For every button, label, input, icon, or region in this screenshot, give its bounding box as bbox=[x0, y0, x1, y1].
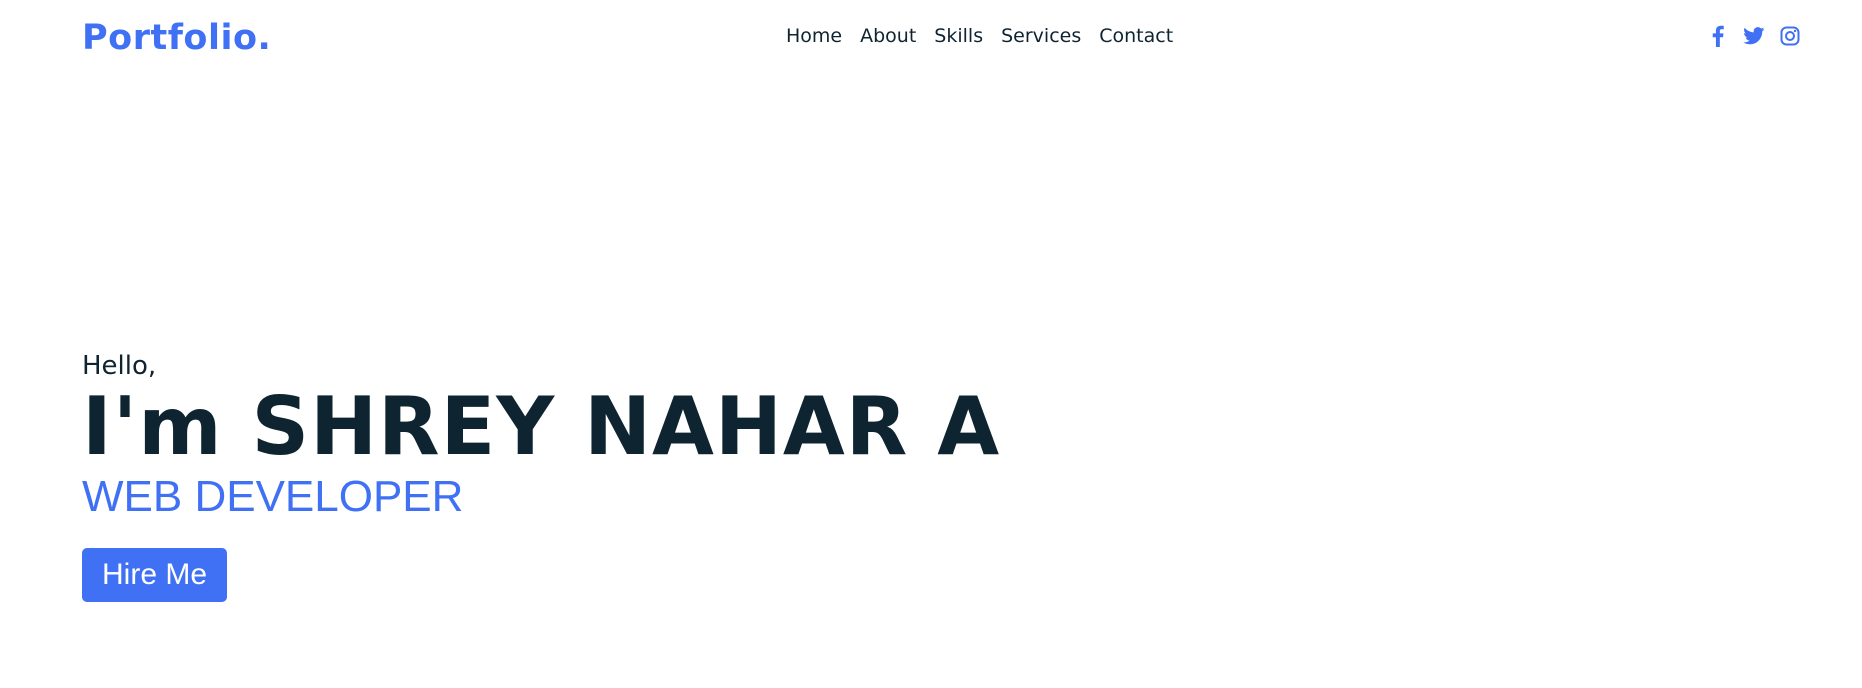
hire-me-button[interactable]: Hire Me bbox=[82, 548, 228, 602]
nav-link-about[interactable]: About bbox=[860, 22, 916, 50]
hero-role: WEB DEVELOPER bbox=[82, 472, 464, 521]
hero-greeting: Hello, bbox=[82, 351, 157, 381]
main-nav: Home About Skills Services Contact bbox=[786, 22, 1173, 50]
facebook-icon[interactable] bbox=[1706, 24, 1730, 48]
nav-link-skills[interactable]: Skills bbox=[934, 22, 983, 50]
nav-link-home[interactable]: Home bbox=[786, 22, 842, 50]
logo[interactable]: Portfolio. bbox=[82, 14, 271, 62]
nav-link-services[interactable]: Services bbox=[1001, 22, 1081, 50]
hero-section: Hello, I'm SHREY NAHAR A WEB DEVELOPER H… bbox=[82, 350, 1000, 602]
instagram-icon[interactable] bbox=[1778, 24, 1802, 48]
site-header: Portfolio. Home About Skills Services Co… bbox=[0, 0, 1862, 76]
nav-link-contact[interactable]: Contact bbox=[1099, 22, 1173, 50]
hero-name: I'm SHREY NAHAR A bbox=[82, 380, 1001, 473]
twitter-icon[interactable] bbox=[1742, 24, 1766, 48]
social-links bbox=[1706, 22, 1802, 50]
page: Portfolio. Home About Skills Services Co… bbox=[0, 0, 1862, 688]
